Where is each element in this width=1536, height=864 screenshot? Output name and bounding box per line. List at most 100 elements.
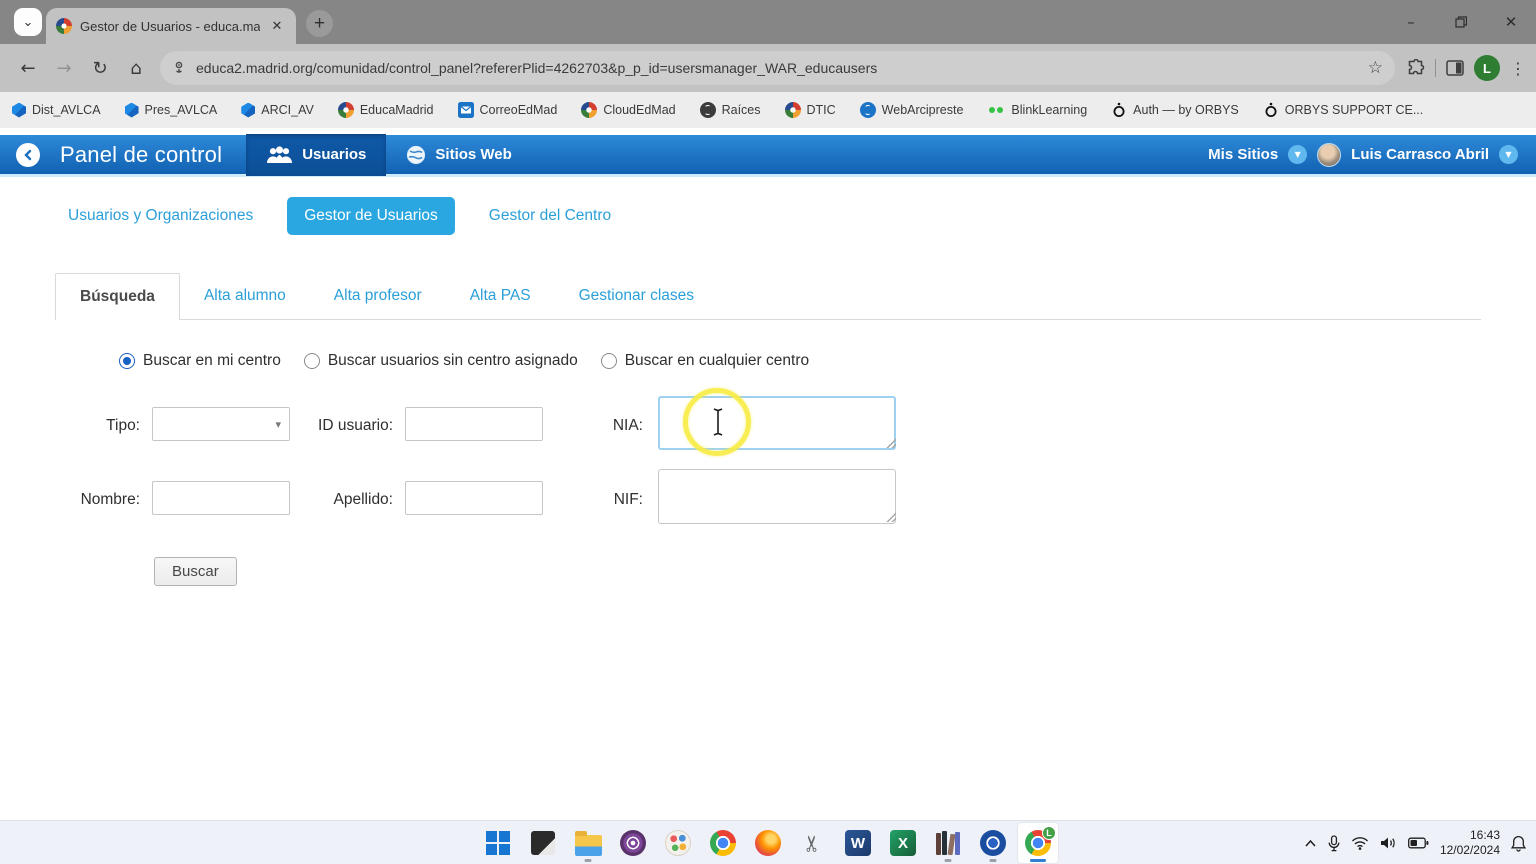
wifi-icon[interactable] [1351, 836, 1369, 850]
battery-icon[interactable] [1407, 837, 1429, 849]
educamadrid-icon [581, 102, 598, 118]
tray-clock[interactable]: 16:43 12/02/2024 [1440, 828, 1500, 858]
taskbar-paint[interactable] [658, 823, 698, 863]
user-dropdown[interactable]: ▼ [1499, 145, 1518, 164]
tipo-select[interactable]: ▾ [152, 407, 290, 441]
minimize-button[interactable]: – [1386, 0, 1436, 44]
extensions-icon[interactable] [1407, 59, 1425, 77]
buscar-button[interactable]: Buscar [154, 557, 237, 586]
taskbar-educamadrid-wheel[interactable] [973, 823, 1013, 863]
bookmark-blinklearning[interactable]: BlinkLearning [987, 102, 1087, 118]
taskbar-snipping-tool[interactable]: ✂ [793, 823, 833, 863]
subnav-usuarios-organizaciones[interactable]: Usuarios y Organizaciones [68, 207, 253, 225]
radio-cualquier-centro[interactable]: Buscar en cualquier centro [600, 352, 809, 370]
start-button[interactable] [478, 823, 518, 863]
globe-blue-icon [859, 102, 876, 118]
bookmark-correoedmad[interactable]: CorreoEdMad [457, 102, 557, 118]
bookmark-pres-avlca[interactable]: Pres_AVLCA [124, 102, 217, 118]
profile-badge: L [1042, 826, 1056, 840]
control-panel-header: Panel de control Usuarios Sitios Web Mis… [0, 133, 1536, 177]
nav-usuarios[interactable]: Usuarios [246, 133, 387, 176]
orbys-icon [1111, 102, 1127, 118]
browser-toolbar: ← → ↻ ⌂ educa2.madrid.org/comunidad/cont… [0, 44, 1536, 92]
taskbar-library[interactable] [928, 823, 968, 863]
taskbar-icons: ✂ W X L [478, 823, 1058, 863]
educamadrid-favicon-icon [56, 18, 72, 34]
subnav-gestor-de-usuarios[interactable]: Gestor de Usuarios [287, 197, 455, 235]
bookmark-auth-orbys[interactable]: Auth — by ORBYS [1111, 102, 1239, 118]
blink-icon [987, 102, 1005, 118]
taskbar-dark-window[interactable] [523, 823, 563, 863]
user-avatar[interactable] [1317, 142, 1342, 167]
nif-label: NIF: [613, 491, 643, 508]
bookmark-dist-avlca[interactable]: Dist_AVLCA [12, 102, 101, 118]
mis-sitios-link[interactable]: Mis Sitios [1208, 146, 1278, 163]
radio-sin-centro-asignado[interactable]: Buscar usuarios sin centro asignado [303, 352, 578, 370]
taskbar-firefox[interactable] [748, 823, 788, 863]
bookmark-cloudedmad[interactable]: CloudEdMad [581, 102, 676, 118]
url-text: educa2.madrid.org/comunidad/control_pane… [196, 60, 878, 76]
notifications-bell-icon[interactable] [1511, 835, 1526, 852]
close-button[interactable]: ✕ [1486, 0, 1536, 44]
nia-label: NIA: [612, 417, 643, 434]
browser-profile-avatar[interactable]: L [1474, 55, 1500, 81]
taskbar-chrome[interactable] [703, 823, 743, 863]
taskbar-excel[interactable]: X [883, 823, 923, 863]
microphone-icon[interactable] [1328, 834, 1340, 852]
tab-alta-profesor[interactable]: Alta profesor [310, 273, 446, 319]
browser-tab[interactable]: Gestor de Usuarios - educa.ma ✕ [46, 8, 296, 44]
orbys-icon [1263, 102, 1279, 118]
tray-chevron-up-icon[interactable] [1304, 839, 1317, 848]
restore-button[interactable] [1436, 0, 1486, 44]
browser-menu-icon[interactable]: ⋮ [1510, 59, 1526, 78]
taskbar-word[interactable]: W [838, 823, 878, 863]
side-panel-icon[interactable] [1446, 60, 1464, 76]
page-title: Panel de control [60, 141, 223, 167]
radio-buscar-mi-centro[interactable]: Buscar en mi centro [119, 352, 281, 370]
subnav-gestor-del-centro[interactable]: Gestor del Centro [489, 207, 611, 225]
mis-sitios-dropdown[interactable]: ▼ [1288, 145, 1308, 164]
tab-close-icon[interactable]: ✕ [268, 17, 286, 35]
home-button[interactable]: ⌂ [120, 52, 152, 84]
folder-bookmark-icon [241, 102, 256, 118]
taskbar-file-explorer[interactable] [568, 823, 608, 863]
reload-button[interactable]: ↻ [84, 52, 116, 84]
tune-icon [175, 61, 183, 73]
back-to-site-button[interactable] [16, 142, 40, 167]
bookmark-orbys-support[interactable]: ORBYS SUPPORT CE... [1263, 102, 1423, 118]
globe-icon [407, 145, 426, 164]
scissors-icon: ✂ [800, 833, 826, 853]
toolbar-divider [1435, 59, 1436, 77]
bookmark-dtic[interactable]: DTIC [784, 102, 836, 118]
back-button[interactable]: ← [12, 52, 44, 84]
tab-gestionar-clases[interactable]: Gestionar clases [555, 273, 718, 319]
nombre-input[interactable] [152, 481, 290, 515]
bookmark-webarcipreste[interactable]: WebArcipreste [859, 102, 963, 118]
folder-bookmark-icon [124, 102, 139, 118]
id-usuario-label: ID usuario: [318, 417, 393, 434]
user-name[interactable]: Luis Carrasco Abril [1351, 146, 1489, 163]
bookmark-star-icon[interactable]: ☆ [1368, 58, 1383, 78]
bookmark-raices[interactable]: Raíces [699, 102, 761, 118]
word-icon: W [845, 830, 871, 856]
address-bar[interactable]: educa2.madrid.org/comunidad/control_pane… [160, 51, 1395, 85]
nif-textarea[interactable] [658, 469, 896, 524]
taskbar-chrome-active[interactable]: L [1018, 823, 1058, 863]
radio-unselected-icon [303, 353, 320, 369]
tab-search-button[interactable]: ⌄ [14, 8, 42, 36]
new-tab-button[interactable]: + [306, 10, 333, 37]
radio-selected-icon [119, 353, 135, 369]
taskbar-tor-browser[interactable] [613, 823, 653, 863]
screen: ⌄ Gestor de Usuarios - educa.ma ✕ + – ✕ … [0, 0, 1536, 864]
bookmark-educamadrid[interactable]: EducaMadrid [337, 102, 434, 118]
tab-alta-alumno[interactable]: Alta alumno [180, 273, 310, 319]
bookmark-arci-av[interactable]: ARCI_AV [241, 102, 314, 118]
tab-busqueda[interactable]: Búsqueda [55, 273, 180, 320]
tab-alta-pas[interactable]: Alta PAS [446, 273, 555, 319]
apellido-input[interactable] [405, 481, 543, 515]
forward-button[interactable]: → [48, 52, 80, 84]
speaker-icon[interactable] [1380, 836, 1397, 850]
nav-sitios-web[interactable]: Sitios Web [386, 134, 531, 176]
id-usuario-input[interactable] [405, 407, 543, 441]
header-right: Mis Sitios ▼ Luis Carrasco Abril ▼ [1208, 142, 1518, 167]
